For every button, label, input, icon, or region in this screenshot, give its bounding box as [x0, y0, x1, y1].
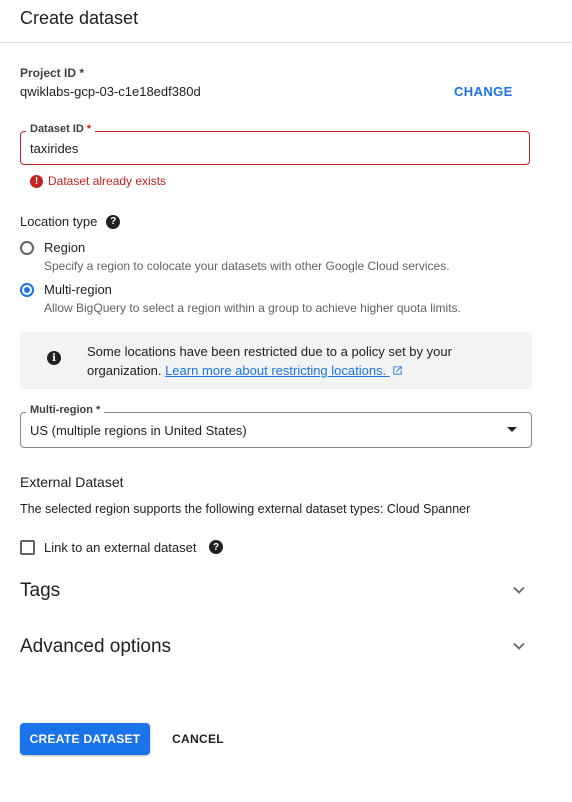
- error-icon: !: [30, 174, 43, 188]
- learn-more-link[interactable]: Learn more about restricting locations.: [165, 363, 403, 378]
- cancel-button[interactable]: CANCEL: [164, 723, 232, 755]
- external-dataset-title: External Dataset: [20, 474, 124, 490]
- region-radio[interactable]: [20, 241, 34, 255]
- location-type-heading: Location type ?: [20, 214, 121, 229]
- dropdown-caret-icon[interactable]: [507, 427, 517, 432]
- dataset-id-field[interactable]: [20, 131, 530, 165]
- link-external-label[interactable]: Link to an external dataset: [44, 540, 197, 555]
- dataset-id-label-text: Dataset ID: [30, 123, 84, 135]
- region-description: Specify a region to colocate your datase…: [44, 259, 450, 273]
- info-icon: i: [47, 351, 61, 365]
- dataset-error-text: Dataset already exists: [48, 174, 167, 188]
- required-mark: *: [86, 123, 92, 135]
- dataset-id-label: Dataset ID *: [26, 123, 96, 135]
- dialog-title: Create dataset: [20, 8, 139, 28]
- dataset-id-input[interactable]: taxirides: [30, 141, 78, 156]
- multi-region-radio-label[interactable]: Multi-region: [44, 282, 112, 297]
- create-dataset-button[interactable]: CREATE DATASET: [20, 723, 150, 755]
- multi-region-radio[interactable]: [20, 283, 34, 297]
- project-id-label: Project ID *: [20, 66, 85, 80]
- multi-region-description: Allow BigQuery to select a region within…: [44, 301, 461, 315]
- chevron-down-icon[interactable]: [512, 639, 526, 653]
- region-radio-label[interactable]: Region: [44, 240, 85, 255]
- tags-section-title[interactable]: Tags: [20, 580, 60, 602]
- chevron-down-icon[interactable]: [512, 583, 526, 597]
- help-icon[interactable]: ?: [106, 214, 121, 229]
- link-external-checkbox[interactable]: [20, 540, 35, 555]
- policy-info-text: Some locations have been restricted due …: [87, 342, 477, 380]
- help-icon[interactable]: ?: [209, 540, 223, 554]
- dataset-error: ! Dataset already exists: [30, 174, 166, 188]
- learn-more-link-text[interactable]: Learn more about restricting locations.: [165, 363, 386, 378]
- location-type-label: Location type: [20, 214, 98, 229]
- multi-region-value[interactable]: US (multiple regions in United States): [30, 423, 247, 438]
- multi-region-label: Multi-region *: [26, 404, 105, 416]
- advanced-options-title[interactable]: Advanced options: [20, 636, 171, 658]
- project-id-value: qwiklabs-gcp-03-c1e18edf380d: [20, 84, 201, 99]
- external-dataset-description: The selected region supports the followi…: [20, 502, 471, 516]
- external-link-icon: [393, 366, 402, 375]
- change-project-button[interactable]: CHANGE: [446, 80, 521, 103]
- header-divider: [0, 42, 572, 43]
